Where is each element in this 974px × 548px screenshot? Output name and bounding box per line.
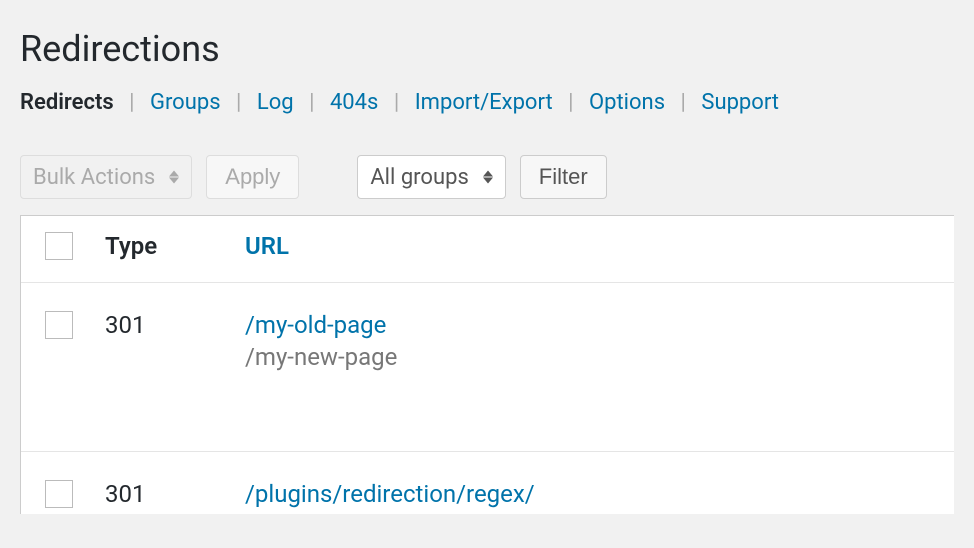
column-header-type[interactable]: Type (105, 232, 245, 260)
apply-button[interactable]: Apply (206, 155, 299, 199)
table-row: 301 /plugins/redirection/regex/ (21, 452, 954, 514)
column-header-url[interactable]: URL (245, 232, 954, 260)
bulk-actions-label: Bulk Actions (33, 165, 155, 190)
table-row: 301 /my-old-page /my-new-page (21, 283, 954, 452)
tab-404s[interactable]: 404s (330, 90, 378, 115)
row-url-link[interactable]: /plugins/redirection/regex/ (245, 480, 954, 508)
row-target: /my-new-page (245, 343, 954, 371)
tab-separator: | (129, 90, 134, 115)
tab-groups[interactable]: Groups (150, 90, 221, 115)
tab-options[interactable]: Options (589, 90, 665, 115)
tab-separator: | (236, 90, 241, 115)
tab-separator: | (568, 90, 573, 115)
select-all-checkbox[interactable] (45, 232, 73, 260)
sort-icon (483, 171, 493, 184)
filter-button[interactable]: Filter (520, 155, 607, 199)
tab-separator: | (309, 90, 314, 115)
row-checkbox[interactable] (45, 480, 73, 508)
tab-log[interactable]: Log (257, 90, 294, 115)
tab-separator: | (394, 90, 399, 115)
table-header-row: Type URL (21, 216, 954, 283)
row-checkbox[interactable] (45, 311, 73, 339)
tab-support[interactable]: Support (701, 90, 779, 115)
controls-bar: Bulk Actions Apply All groups Filter (20, 155, 954, 199)
tab-redirects[interactable]: Redirects (20, 90, 114, 115)
row-type: 301 (105, 311, 245, 339)
tab-nav: Redirects | Groups | Log | 404s | Import… (20, 90, 954, 115)
row-type: 301 (105, 480, 245, 508)
group-filter-label: All groups (370, 165, 468, 190)
sort-icon (169, 171, 179, 184)
tab-separator: | (681, 90, 686, 115)
tab-import-export[interactable]: Import/Export (415, 90, 553, 115)
row-url-link[interactable]: /my-old-page (245, 311, 954, 339)
redirects-table: Type URL 301 /my-old-page /my-new-page 3… (20, 215, 954, 514)
group-filter-select[interactable]: All groups (357, 155, 505, 199)
bulk-actions-select[interactable]: Bulk Actions (20, 155, 192, 199)
page-title: Redirections (20, 28, 954, 70)
